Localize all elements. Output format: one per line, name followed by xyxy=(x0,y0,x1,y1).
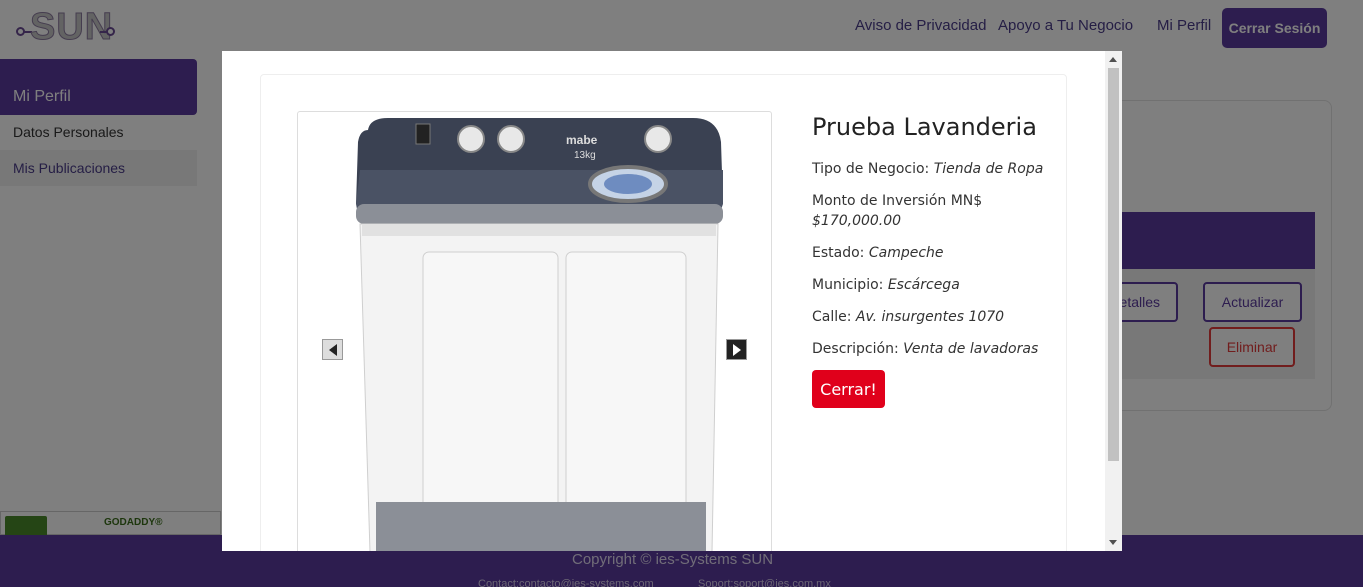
field-label: Calle: xyxy=(812,309,852,325)
washing-machine-image: mabe 13kg xyxy=(356,118,723,551)
field-value: Venta de lavadoras xyxy=(903,341,1039,357)
brand-label: mabe xyxy=(566,133,598,147)
capacity-label: 13kg xyxy=(574,150,596,161)
scroll-down-icon[interactable] xyxy=(1109,540,1117,545)
scroll-up-icon[interactable] xyxy=(1109,57,1117,62)
modal-scrollbar[interactable] xyxy=(1105,51,1122,551)
chevron-left-icon xyxy=(328,343,337,356)
field-municipality: Municipio: Escárcega xyxy=(812,275,1092,295)
field-label: Tipo de Negocio: xyxy=(812,161,930,177)
field-label: Estado: xyxy=(812,245,865,261)
field-description: Descripción: Venta de lavadoras xyxy=(812,339,1092,359)
field-value: Av. insurgentes 1070 xyxy=(855,309,1005,325)
scroll-thumb[interactable] xyxy=(1108,68,1119,461)
chevron-right-icon xyxy=(732,343,741,356)
field-value: $170,000.00 xyxy=(812,213,902,229)
field-value: Escárcega xyxy=(887,277,960,293)
image-carousel: mabe 13kg xyxy=(297,111,772,551)
field-state: Estado: Campeche xyxy=(812,243,1092,263)
field-label: Descripción: xyxy=(812,341,899,357)
field-investment: Monto de Inversión MN$ $170,000.00 xyxy=(812,191,1092,231)
publication-info: Prueba Lavanderia Tipo de Negocio: Tiend… xyxy=(812,113,1092,359)
field-value: Campeche xyxy=(868,245,944,261)
field-business-type: Tipo de Negocio: Tienda de Ropa xyxy=(812,159,1092,179)
publication-detail-modal: mabe 13kg Prueba Lavanderia Tipo de Nego… xyxy=(222,51,1122,551)
carousel-prev-button[interactable] xyxy=(322,339,343,360)
publication-title: Prueba Lavanderia xyxy=(812,113,1037,141)
close-button[interactable]: Cerrar! xyxy=(812,370,885,408)
carousel-next-button[interactable] xyxy=(726,339,747,360)
field-street: Calle: Av. insurgentes 1070 xyxy=(812,307,1092,327)
field-label: Monto de Inversión MN$ xyxy=(812,193,983,209)
field-label: Municipio: xyxy=(812,277,884,293)
field-value: Tienda de Ropa xyxy=(933,161,1044,177)
